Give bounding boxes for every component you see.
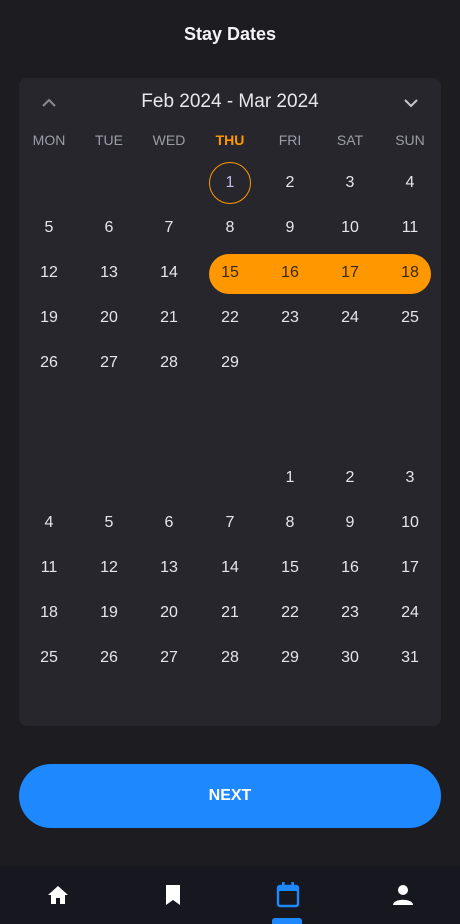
- calendar-day[interactable]: 2: [269, 162, 311, 204]
- calendar-day[interactable]: 29: [209, 342, 251, 384]
- calendar-day[interactable]: 4: [389, 162, 431, 204]
- calendar-day[interactable]: 24: [329, 297, 371, 339]
- calendar-day[interactable]: 6: [88, 207, 130, 249]
- calendar-day[interactable]: 16: [269, 252, 311, 294]
- calendar-day[interactable]: 15: [269, 547, 311, 589]
- calendar-day[interactable]: 21: [209, 592, 251, 634]
- calendar-day[interactable]: 30: [329, 637, 371, 679]
- calendar-card: Feb 2024 - Mar 2024 MON TUE WED THU FRI SAT SU…: [19, 78, 441, 726]
- calendar-day[interactable]: 17: [329, 252, 371, 294]
- calendar-day[interactable]: 9: [269, 207, 311, 249]
- bottom-navigation: [0, 866, 460, 924]
- calendar-day[interactable]: 26: [28, 342, 70, 384]
- nav-profile[interactable]: [345, 866, 460, 924]
- calendar-day[interactable]: 10: [389, 502, 431, 544]
- calendar-day[interactable]: 26: [88, 637, 130, 679]
- calendar-day[interactable]: 13: [88, 252, 130, 294]
- calendar-day[interactable]: 9: [329, 502, 371, 544]
- bookmark-icon: [165, 885, 180, 905]
- calendar-day[interactable]: 13: [148, 547, 190, 589]
- home-icon: [47, 886, 68, 904]
- calendar-day[interactable]: 4: [28, 502, 70, 544]
- calendar-day[interactable]: 7: [148, 207, 190, 249]
- calendar-day[interactable]: 17: [389, 547, 431, 589]
- calendar-day[interactable]: 10: [329, 207, 371, 249]
- calendar-day[interactable]: 16: [329, 547, 371, 589]
- previous-month-button[interactable]: [36, 90, 62, 116]
- calendar-day[interactable]: 5: [88, 502, 130, 544]
- calendar-day[interactable]: 28: [148, 342, 190, 384]
- calendar-day[interactable]: 20: [148, 592, 190, 634]
- nav-home[interactable]: [0, 866, 115, 924]
- calendar-day[interactable]: 1: [269, 457, 311, 499]
- weekday-label-tue: TUE: [95, 132, 123, 148]
- calendar-day[interactable]: 15: [209, 252, 251, 294]
- calendar-day[interactable]: 12: [88, 547, 130, 589]
- calendar-day[interactable]: 19: [28, 297, 70, 339]
- weekday-label-sun: SUN: [395, 132, 425, 148]
- month-range-title: Feb 2024 - Mar 2024: [141, 91, 319, 112]
- nav-saved[interactable]: [115, 866, 230, 924]
- calendar-day[interactable]: 11: [389, 207, 431, 249]
- next-button[interactable]: NEXT: [19, 764, 441, 828]
- weekday-label-fri: FRI: [278, 132, 302, 148]
- calendar-day[interactable]: 14: [148, 252, 190, 294]
- calendar-day[interactable]: 5: [28, 207, 70, 249]
- calendar-day[interactable]: 8: [209, 207, 251, 249]
- calendar-day[interactable]: 21: [148, 297, 190, 339]
- calendar-day[interactable]: 3: [389, 457, 431, 499]
- chevron-up-icon: [42, 98, 56, 107]
- calendar-icon: [276, 882, 299, 908]
- person-icon: [392, 885, 413, 905]
- calendar-day[interactable]: 25: [389, 297, 431, 339]
- calendar-day[interactable]: 31: [389, 637, 431, 679]
- next-month-button[interactable]: [398, 90, 424, 116]
- calendar-day[interactable]: 12: [28, 252, 70, 294]
- calendar-day[interactable]: 2: [329, 457, 371, 499]
- calendar-day[interactable]: 8: [269, 502, 311, 544]
- weekday-label-mon: MON: [32, 132, 66, 148]
- nav-bookings[interactable]: [230, 866, 345, 924]
- calendar-day[interactable]: 22: [209, 297, 251, 339]
- calendar-day[interactable]: 20: [88, 297, 130, 339]
- page-title: Stay Dates: [183, 23, 277, 44]
- calendar-day[interactable]: 22: [269, 592, 311, 634]
- weekday-header-row: MON TUE WED THU FRI SAT SUN: [19, 132, 441, 154]
- weekday-label-sat: SAT: [336, 132, 364, 148]
- calendar-day[interactable]: 1: [209, 162, 251, 204]
- calendar-header: Feb 2024 - Mar 2024: [19, 78, 441, 126]
- weekday-label-wed: WED: [152, 132, 186, 148]
- calendar-day[interactable]: 24: [389, 592, 431, 634]
- calendar-day[interactable]: 3: [329, 162, 371, 204]
- calendar-day[interactable]: 11: [28, 547, 70, 589]
- calendar-day[interactable]: 14: [209, 547, 251, 589]
- calendar-day[interactable]: 18: [28, 592, 70, 634]
- calendar-day[interactable]: 28: [209, 637, 251, 679]
- calendar-day[interactable]: 25: [28, 637, 70, 679]
- chevron-down-icon: [404, 99, 418, 108]
- calendar-day[interactable]: 6: [148, 502, 190, 544]
- calendar-day[interactable]: 27: [148, 637, 190, 679]
- active-tab-indicator: [272, 918, 302, 924]
- calendar-day[interactable]: 19: [88, 592, 130, 634]
- calendar-day[interactable]: 29: [269, 637, 311, 679]
- header: Stay Dates: [0, 0, 460, 68]
- calendar-day[interactable]: 7: [209, 502, 251, 544]
- calendar-day[interactable]: 23: [269, 297, 311, 339]
- calendar-day[interactable]: 23: [329, 592, 371, 634]
- weekday-label-thu: THU: [215, 132, 245, 148]
- calendar-day[interactable]: 18: [389, 252, 431, 294]
- calendar-day[interactable]: 27: [88, 342, 130, 384]
